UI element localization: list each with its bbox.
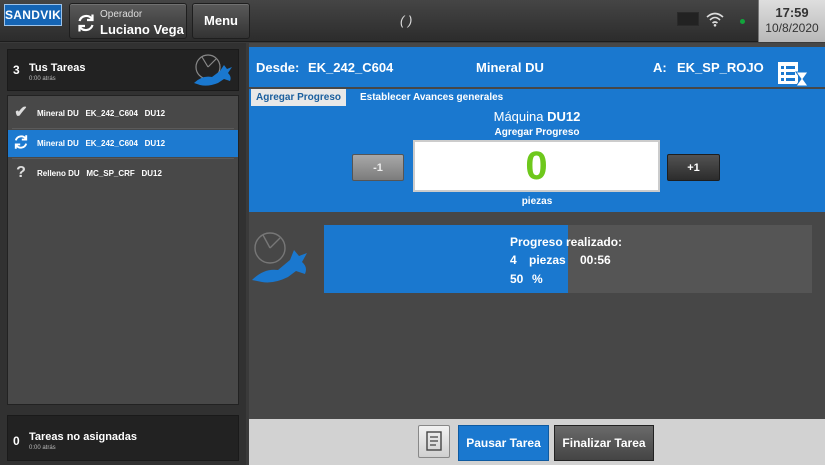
- task-item-mineral-done[interactable]: ✔ Mineral DU EK_242_C604 DU12: [8, 100, 238, 127]
- to-value: EK_SP_ROJO: [677, 60, 764, 75]
- sync-icon: [76, 13, 96, 38]
- material: Mineral DU: [476, 60, 544, 75]
- main-panel: Desde: EK_242_C604 Mineral DU A: EK_SP_R…: [249, 43, 825, 465]
- summary-time: 00:56: [580, 253, 611, 267]
- wifi-icon: [706, 11, 724, 32]
- piece-counter[interactable]: 0: [413, 140, 660, 192]
- clock-time: 17:59: [775, 5, 809, 20]
- schedule-icon[interactable]: [776, 60, 810, 91]
- summary-count-unit: piezas: [529, 253, 566, 267]
- task-label: Relleno DU MC_SP_CRF DU12: [37, 169, 162, 178]
- unassigned-tasks-header[interactable]: 0 Tareas no asignadas 0:00 atrás: [7, 415, 239, 461]
- check-icon: ✔: [14, 104, 28, 121]
- status-dot-icon: [740, 19, 745, 24]
- clock-date: 10/8/2020: [765, 21, 819, 35]
- divider: [12, 128, 234, 129]
- rabbit-speed-icon: [250, 230, 314, 291]
- tab-add-progress[interactable]: Agregar Progreso: [251, 89, 347, 106]
- rabbit-speed-icon: [190, 53, 236, 94]
- my-tasks-header[interactable]: 3 Tus Tareas 0:00 atrás: [7, 49, 239, 91]
- document-button[interactable]: [418, 425, 450, 458]
- summary-percent-unit: %: [532, 272, 543, 286]
- from-label: Desde:: [256, 60, 300, 75]
- task-label: Mineral DU EK_242_C604 DU12: [37, 109, 166, 118]
- task-item-mineral-active[interactable]: Mineral DU EK_242_C604 DU12: [8, 130, 238, 157]
- summary-title: Progreso realizado:: [510, 235, 623, 249]
- connection-indicator: ( ): [400, 13, 413, 28]
- add-progress-heading: Agregar Progreso: [494, 127, 580, 138]
- pause-task-button[interactable]: Pausar Tarea: [458, 425, 549, 461]
- progress-tabs: Agregar Progreso Establecer Avances gene…: [249, 89, 825, 106]
- task-item-relleno[interactable]: ? Relleno DU MC_SP_CRF DU12: [8, 160, 238, 187]
- summary-count: 4: [510, 253, 517, 267]
- document-icon: [419, 431, 449, 461]
- machine-value: DU12: [547, 109, 581, 124]
- counter-unit: piezas: [521, 196, 553, 207]
- operator-name: Luciano Vega: [100, 22, 184, 37]
- unassigned-count: 0: [13, 434, 20, 448]
- unassigned-title: Tareas no asignadas: [29, 431, 138, 443]
- clock: 17:59 10/8/2020: [758, 0, 825, 42]
- to-label: A:: [653, 60, 667, 75]
- question-icon: ?: [16, 164, 26, 181]
- decrement-button[interactable]: -1: [352, 154, 404, 181]
- sidebar: 3 Tus Tareas 0:00 atrás ✔ Mineral DU EK_…: [0, 43, 246, 465]
- machine-label: Máquina: [493, 109, 544, 124]
- task-list: ✔ Mineral DU EK_242_C604 DU12 Mineral DU…: [7, 95, 239, 405]
- action-bar: Pausar Tarea Finalizar Tarea: [249, 419, 825, 465]
- summary-percent: 50: [510, 272, 524, 286]
- add-progress-panel: Máquina DU12 Agregar Progreso -1 0 +1 pi…: [249, 106, 825, 212]
- tab-set-overall-progress[interactable]: Establecer Avances generales: [355, 89, 508, 106]
- menu-button[interactable]: Menu: [192, 3, 250, 39]
- progress-summary: Progreso realizado: 4 piezas 00:56 50 %: [324, 225, 812, 293]
- top-bar: SANDVIK Operador Luciano Vega Menu ( ) 1…: [0, 0, 825, 42]
- unassigned-subtitle: 0:00 atrás: [29, 445, 56, 451]
- increment-button[interactable]: +1: [667, 154, 720, 181]
- from-value: EK_242_C604: [308, 60, 394, 75]
- sandvik-logo: SANDVIK: [4, 4, 62, 26]
- finish-task-button[interactable]: Finalizar Tarea: [554, 425, 654, 461]
- battery-icon: [677, 12, 699, 26]
- my-tasks-subtitle: 0:00 atrás: [29, 76, 56, 82]
- machine-line: Máquina DU12: [249, 109, 825, 124]
- sync-icon: [12, 134, 30, 152]
- route-bar: Desde: EK_242_C604 Mineral DU A: EK_SP_R…: [249, 47, 825, 87]
- task-label: Mineral DU EK_242_C604 DU12: [37, 139, 166, 148]
- my-tasks-count: 3: [13, 63, 20, 77]
- operator-label: Operador: [100, 9, 143, 20]
- my-tasks-title: Tus Tareas: [29, 62, 86, 74]
- operator-button[interactable]: Operador Luciano Vega: [69, 3, 187, 39]
- divider: [12, 158, 234, 159]
